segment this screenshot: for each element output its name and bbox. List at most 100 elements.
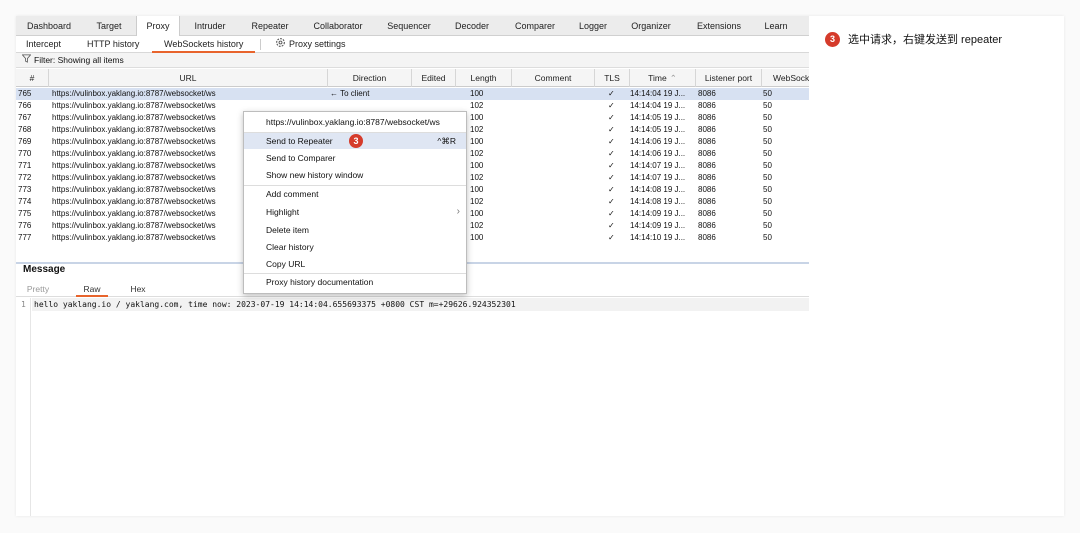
menu-item-clear-history[interactable]: Clear history <box>244 239 466 255</box>
tab-logger[interactable]: Logger <box>568 16 618 36</box>
column-header-time-label: Time <box>648 73 667 83</box>
cell-tls: ✓ <box>608 125 615 134</box>
tab-target[interactable]: Target <box>82 16 136 36</box>
cell-length: 100 <box>470 137 484 146</box>
cell-length: 102 <box>470 101 484 110</box>
tab-hex[interactable]: Hex <box>126 283 150 297</box>
cell-tls: ✓ <box>608 221 615 230</box>
tab-extensions[interactable]: Extensions <box>684 16 754 36</box>
cell-time: 14:14:06 19 J... <box>630 137 686 146</box>
filter-bar[interactable]: Filter: Showing all items <box>16 53 809 68</box>
cell-websocket-id: 50 <box>763 89 772 98</box>
cell-id: 775 <box>18 209 32 218</box>
gear-icon <box>275 37 286 53</box>
cell-listener-port: 8086 <box>698 221 716 230</box>
cell-id: 772 <box>18 173 32 182</box>
cell-websocket-id: 50 <box>763 209 772 218</box>
column-header-tls[interactable]: TLS <box>595 69 630 87</box>
table-row[interactable]: 765 https://vulinbox.yaklang.io:8787/webs… <box>16 88 809 100</box>
column-header-time[interactable]: Time ⌃ <box>630 69 696 87</box>
cell-time: 14:14:04 19 J... <box>630 89 686 98</box>
cell-id: 777 <box>18 233 32 242</box>
column-header-length[interactable]: Length <box>456 69 512 87</box>
menu-item-show-new-history-window[interactable]: Show new history window <box>244 167 466 183</box>
line-number: 1 <box>21 300 26 309</box>
column-header-comment[interactable]: Comment <box>512 69 595 87</box>
tab-organizer[interactable]: Organizer <box>618 16 684 36</box>
column-header-listener-port[interactable]: Listener port <box>696 69 762 87</box>
tab-http-history[interactable]: HTTP history <box>87 36 139 53</box>
tab-websockets-history[interactable]: WebSockets history <box>152 36 256 53</box>
proxy-settings-label: Proxy settings <box>289 39 346 49</box>
tab-comparer[interactable]: Comparer <box>502 16 568 36</box>
tab-pretty[interactable]: Pretty <box>26 283 50 297</box>
tab-intercept[interactable]: Intercept <box>26 36 61 53</box>
tab-repeater[interactable]: Repeater <box>240 16 300 36</box>
cell-listener-port: 8086 <box>698 173 716 182</box>
cell-time: 14:14:06 19 J... <box>630 149 686 158</box>
cell-length: 102 <box>470 197 484 206</box>
cell-websocket-id: 50 <box>763 149 772 158</box>
cell-time: 14:14:09 19 J... <box>630 221 686 230</box>
cell-listener-port: 8086 <box>698 137 716 146</box>
cell-id: 767 <box>18 113 32 122</box>
chevron-right-icon: › <box>456 206 460 217</box>
cell-time: 14:14:05 19 J... <box>630 113 686 122</box>
cell-time: 14:14:04 19 J... <box>630 101 686 110</box>
tab-learn[interactable]: Learn <box>754 16 798 36</box>
cell-length: 100 <box>470 233 484 242</box>
menu-item-highlight[interactable]: Highlight › <box>244 204 466 220</box>
annotation-text: 选中请求，右键发送到 repeater <box>848 34 1003 46</box>
main-tab-bar: Dashboard Target Proxy Intruder Repeater… <box>16 16 809 36</box>
shortcut-label: ^⌘R <box>437 136 456 146</box>
tab-divider <box>260 39 261 50</box>
cell-length: 102 <box>470 149 484 158</box>
cell-websocket-id: 50 <box>763 233 772 242</box>
column-header-id[interactable]: # <box>16 69 49 87</box>
cell-length: 102 <box>470 125 484 134</box>
cell-id: 770 <box>18 149 32 158</box>
message-editor[interactable]: 1 hello yaklang.io / yaklang.com, time n… <box>16 298 809 516</box>
tab-dashboard[interactable]: Dashboard <box>16 16 82 36</box>
tab-proxy[interactable]: Proxy <box>136 16 180 36</box>
menu-item-add-comment[interactable]: Add comment <box>244 186 466 202</box>
column-header-url[interactable]: URL <box>49 69 328 87</box>
menu-item-delete-item[interactable]: Delete item <box>244 222 466 238</box>
cell-id: 774 <box>18 197 32 206</box>
cell-websocket-id: 50 <box>763 185 772 194</box>
cell-tls: ✓ <box>608 113 615 122</box>
menu-item-send-to-comparer[interactable]: Send to Comparer <box>244 150 466 166</box>
history-table-header: # URL Direction Edited Length Comment TL… <box>16 69 809 87</box>
cell-listener-port: 8086 <box>698 113 716 122</box>
annotation-badge: 3 <box>825 32 840 47</box>
column-header-direction[interactable]: Direction <box>328 69 412 87</box>
tab-intruder[interactable]: Intruder <box>180 16 240 36</box>
step-annotation: 3 选中请求，右键发送到 repeater <box>825 32 1002 48</box>
menu-item-copy-url[interactable]: Copy URL <box>244 256 466 272</box>
tab-sequencer[interactable]: Sequencer <box>376 16 442 36</box>
cell-listener-port: 8086 <box>698 233 716 242</box>
cell-websocket-id: 50 <box>763 173 772 182</box>
menu-item-proxy-history-documentation[interactable]: Proxy history documentation <box>244 274 466 290</box>
tab-collaborator[interactable]: Collaborator <box>300 16 376 36</box>
sort-ascending-icon: ⌃ <box>669 73 677 83</box>
message-content[interactable]: hello yaklang.io / yaklang.com, time now… <box>34 300 516 309</box>
tab-raw[interactable]: Raw <box>76 283 108 297</box>
cell-listener-port: 8086 <box>698 89 716 98</box>
cell-time: 14:14:08 19 J... <box>630 185 686 194</box>
message-panel-title: Message <box>23 264 66 275</box>
column-header-edited[interactable]: Edited <box>412 69 456 87</box>
cell-time: 14:14:08 19 J... <box>630 197 686 206</box>
cell-websocket-id: 50 <box>763 221 772 230</box>
column-header-websocket-id[interactable]: WebSocket ID <box>762 69 809 87</box>
menu-item-send-to-repeater[interactable]: Send to Repeater 3 ^⌘R <box>244 133 466 149</box>
proxy-settings-button[interactable]: Proxy settings <box>275 36 346 53</box>
cell-tls: ✓ <box>608 197 615 206</box>
cell-tls: ✓ <box>608 185 615 194</box>
tab-decoder[interactable]: Decoder <box>442 16 502 36</box>
cell-tls: ✓ <box>608 233 615 242</box>
burp-suite-window: Dashboard Target Proxy Intruder Repeater… <box>16 16 809 516</box>
cell-tls: ✓ <box>608 173 615 182</box>
cell-id: 773 <box>18 185 32 194</box>
cell-time: 14:14:07 19 J... <box>630 161 686 170</box>
